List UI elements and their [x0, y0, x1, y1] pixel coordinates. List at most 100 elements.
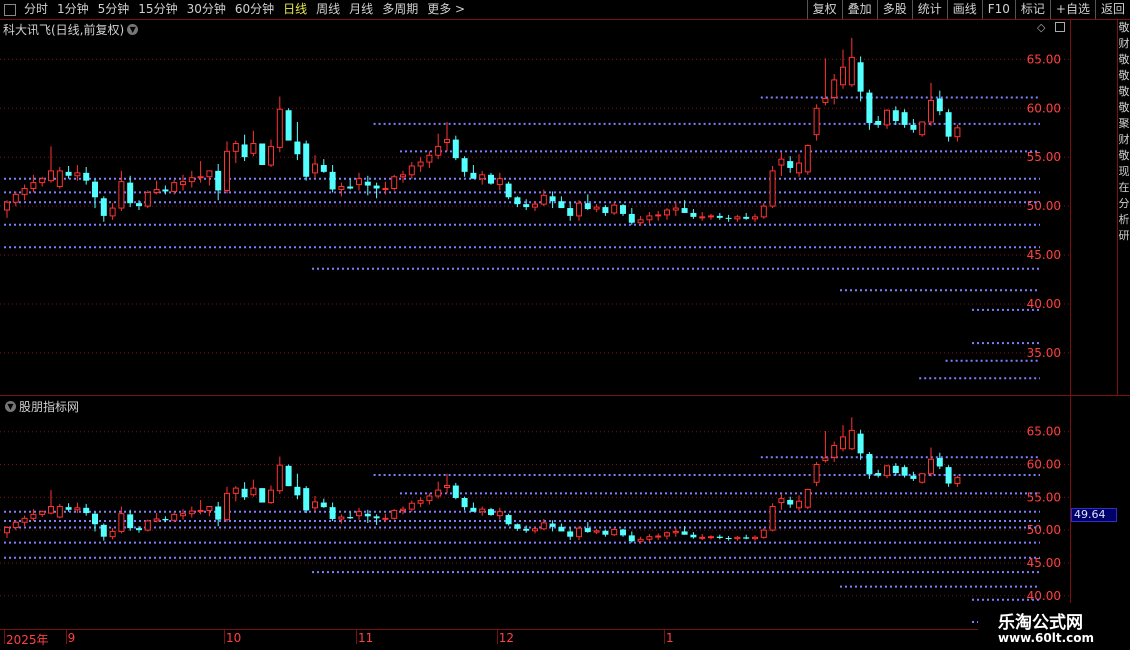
main-candle-body [532, 203, 538, 208]
date-tick [664, 630, 665, 644]
main-candle-body [540, 194, 547, 205]
sub-candle-body [628, 535, 635, 542]
sub-candle-body [620, 529, 626, 536]
main-candle-body [136, 203, 142, 207]
sub-candle-body [901, 467, 908, 476]
main-candle-body [206, 170, 213, 178]
sub-candle-body [347, 517, 354, 519]
sub-candle-body [400, 508, 406, 511]
side-char: 研 [1118, 229, 1130, 242]
sub-candle-body [549, 523, 556, 527]
main-candle-body [637, 219, 644, 224]
main-candle-body [919, 121, 926, 136]
sub-candle-body [4, 527, 10, 534]
side-info-column[interactable]: 敬财敬敬敬敬聚财敬现在分析研 [1118, 20, 1130, 392]
main-candle-body [496, 178, 503, 186]
sub-candle-body [21, 517, 28, 523]
sub-candle-body [109, 530, 116, 538]
sub-candle-body [708, 536, 714, 539]
main-candle-body [435, 145, 442, 156]
side-char: 分 [1118, 197, 1130, 210]
main-price-label: 65.00 [1027, 52, 1061, 66]
main-candle-body [602, 207, 609, 213]
sub-candle-body [364, 513, 371, 517]
main-candle-body [109, 207, 116, 217]
date-label: 10 [226, 631, 242, 645]
sub-candle-body [488, 509, 494, 516]
date-tick [496, 630, 498, 644]
side-char: 敬 [1118, 85, 1130, 98]
watermark-title: 乐淘公式网 [998, 613, 1083, 633]
main-candle-body [725, 217, 732, 219]
sub-candle-body [162, 518, 169, 521]
main-candle-body [127, 182, 134, 204]
sub-candle-body [840, 436, 846, 450]
main-candle-body [813, 107, 820, 136]
main-candle-body [734, 216, 741, 220]
main-candle-body [936, 98, 943, 112]
side-char: 敬 [1118, 101, 1130, 114]
main-candle-body [514, 197, 521, 205]
sub-candle-body [787, 499, 794, 505]
sub-candle-body [461, 497, 468, 508]
main-candle-body [276, 108, 283, 148]
sub-candle-body [74, 507, 81, 511]
main-candle-body [12, 193, 19, 203]
main-candle-body [391, 176, 398, 189]
sub-candle-body [523, 528, 530, 531]
main-candle-body [338, 186, 345, 190]
main-candle-body [928, 99, 934, 123]
sub-candle-body [769, 506, 776, 531]
sub-candle-body [470, 507, 477, 512]
sub-candle-body [928, 458, 934, 475]
main-candle-body [523, 204, 530, 208]
side-char: 敬 [1118, 53, 1130, 66]
sub-candle-body [56, 506, 63, 518]
date-label: 1 [666, 631, 674, 645]
main-candle-body [30, 182, 37, 189]
sub-candle-body [734, 536, 741, 540]
main-candle-body [857, 62, 864, 92]
sub-candle-body [250, 487, 257, 496]
main-candle-body [100, 198, 107, 216]
side-char: 析 [1118, 213, 1130, 226]
main-candle-body [56, 170, 63, 188]
date-label: 2025年 [6, 633, 49, 647]
sub-candle-body [848, 429, 855, 450]
axis-divider [1070, 20, 1071, 630]
main-candle-body [232, 142, 239, 152]
main-candle-body [92, 181, 98, 198]
main-candle-body [778, 158, 785, 166]
main-candle-body [901, 112, 908, 125]
main-candle-body [48, 170, 54, 182]
main-candle-body [400, 174, 406, 178]
sub-candle-body [681, 531, 688, 535]
sub-candle-body [444, 485, 450, 488]
sub-candle-body [294, 486, 301, 496]
sub-candle-body [875, 473, 882, 476]
main-candle-body [760, 205, 767, 218]
main-candle-body [470, 172, 477, 179]
main-candle-body [804, 144, 811, 173]
sub-candle-body [496, 511, 503, 517]
main-candle-body [611, 204, 618, 214]
kline-chart[interactable]: 65.0060.0055.0050.0045.0040.0035.0065.00… [0, 0, 1130, 650]
sub-candle-body [743, 537, 750, 539]
main-candle-body [945, 112, 952, 137]
sub-candle-body [30, 513, 37, 519]
sub-candle-body [602, 530, 609, 535]
sub-candle-body [505, 515, 512, 525]
sub-candle-body [65, 507, 72, 510]
pane-divider [0, 395, 1130, 396]
main-candle-body [452, 139, 459, 159]
main-candle-body [382, 187, 389, 190]
sub-candle-body [241, 488, 248, 498]
sub-candle-body [171, 513, 178, 521]
side-char: 现 [1118, 165, 1130, 178]
main-candle-body [884, 109, 890, 126]
main-candle-body [584, 203, 591, 210]
side-char: 财 [1118, 133, 1130, 146]
main-candle-body [620, 205, 626, 214]
main-candle-body [628, 213, 635, 223]
sub-candle-body [646, 536, 653, 540]
